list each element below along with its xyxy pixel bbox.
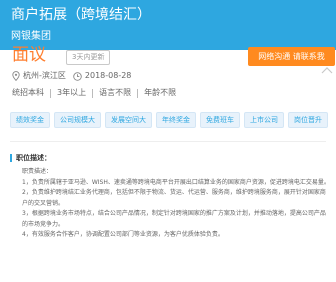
tag: 公司规模大: [54, 112, 101, 128]
section-divider: [10, 141, 326, 142]
req-experience: 3年以上: [57, 88, 87, 97]
tag: 免费班车: [200, 112, 240, 128]
heading-marker: [10, 153, 12, 162]
divider: [92, 88, 94, 98]
job-header: 商户拓展（跨境结汇） 网银集团: [0, 0, 336, 50]
location: 杭州-滨江区: [23, 71, 66, 80]
divider: [50, 88, 51, 98]
job-meta: 杭州-滨江区 2018-08-28: [12, 70, 131, 82]
req-age: 年龄不限: [144, 88, 177, 97]
company-name[interactable]: 网银集团: [11, 30, 51, 44]
job-title: 商户拓展（跨境结汇）: [11, 7, 151, 23]
req-language: 语言不限: [99, 88, 132, 97]
update-badge: 3天内更新: [66, 50, 111, 65]
location-pin-icon: [12, 71, 20, 81]
tag: 上市公司: [244, 112, 284, 128]
description-heading: 职位描述：: [10, 152, 51, 163]
requirements: 统招本科 3年以上 语言不限 年龄不限: [12, 87, 176, 99]
req-education: 统招本科: [12, 88, 44, 97]
description-line: 2，负责维护跨境结汇业务代理商，包括但不限于物流、货运、代运营、服务商，维护跨境…: [22, 189, 326, 207]
salary: 面议: [12, 45, 46, 65]
tag: 年终奖金: [156, 112, 196, 128]
description-line: 1，负责所属辖于亚马逊、WISH、速卖通等跨境电商平台开展出口结算业务的国家商户…: [22, 178, 330, 186]
apply-button[interactable]: 网络沟通 请联系我: [248, 47, 335, 66]
benefit-tags: 绩效奖金 公司规模大 发展空间大 年终奖金 免费班车 上市公司 岗位晋升: [10, 112, 336, 128]
description-line: 职责描述：: [22, 168, 53, 175]
arrow-icon: [321, 67, 333, 74]
clock-icon: [73, 71, 82, 81]
tag: 绩效奖金: [10, 112, 50, 128]
description-line: 3，根据跨境业务市场特点，结合公司产品情况，制定针对跨境国家的推广方案及计划，并…: [22, 210, 326, 228]
post-date: 2018-08-28: [84, 71, 132, 80]
job-description: 职责描述： 1，负责所属辖于亚马逊、WISH、速卖通等跨境电商平台开展出口结算业…: [22, 167, 330, 241]
tag: 岗位晋升: [288, 112, 328, 128]
description-line: 4，有效服务合作客户，协调配置公司部门等业资源，为客户优质体验负责。: [22, 231, 224, 238]
divider: [137, 88, 139, 98]
description-title: 职位描述：: [16, 153, 51, 162]
tag: 发展空间大: [105, 112, 152, 128]
